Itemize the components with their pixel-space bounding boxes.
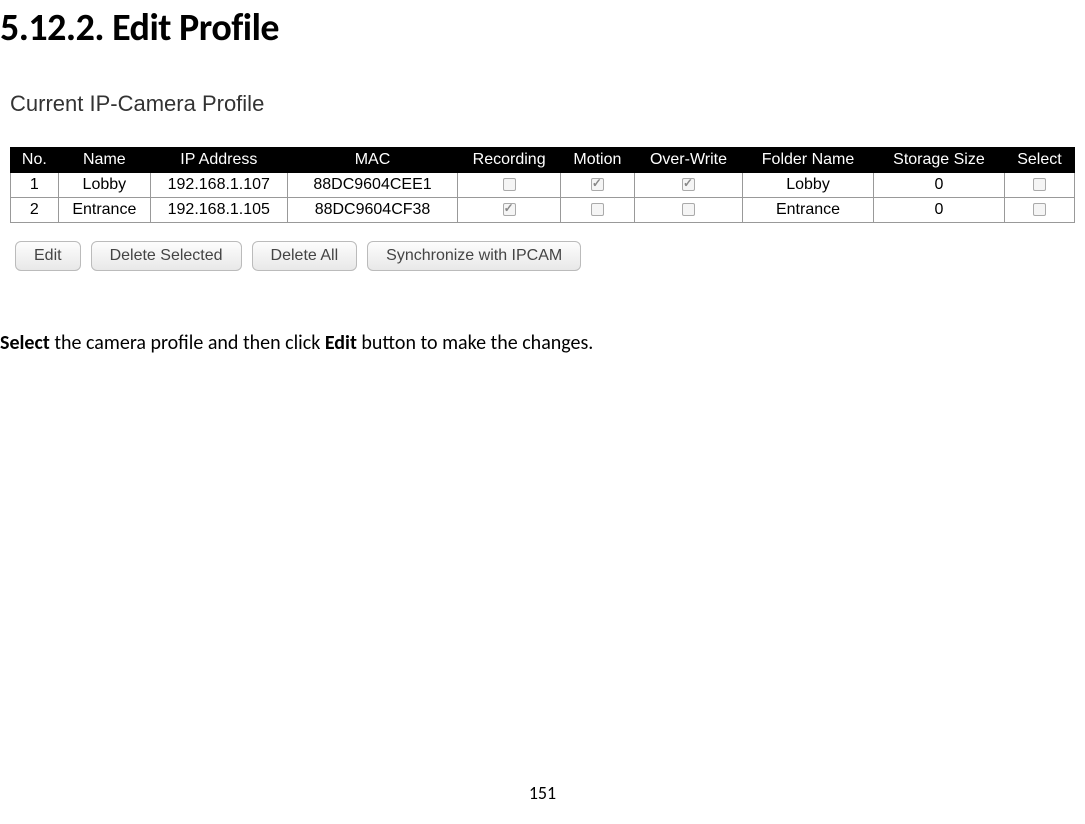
table-row: 2Entrance192.168.1.10588DC9604CF38Entran… — [11, 198, 1075, 223]
profile-section: Current IP-Camera Profile No. Name IP Ad… — [0, 51, 1085, 271]
section-title: Current IP-Camera Profile — [10, 91, 1075, 117]
cell-mac: 88DC9604CF38 — [287, 198, 458, 223]
select-checkbox-cell — [1004, 173, 1074, 198]
motion-checkbox-cell — [560, 173, 634, 198]
recording-checkbox[interactable] — [503, 203, 516, 216]
instruction-bold-edit: Edit — [325, 331, 357, 355]
instruction-bold-select: Select — [0, 331, 50, 355]
header-recording: Recording — [458, 148, 560, 173]
cell-ip: 192.168.1.107 — [150, 173, 287, 198]
cell-storage: 0 — [873, 173, 1004, 198]
cell-mac: 88DC9604CEE1 — [287, 173, 458, 198]
instruction-span-1: the camera profile and then click — [50, 331, 325, 355]
recording-checkbox[interactable] — [503, 178, 516, 191]
overwrite-checkbox[interactable] — [682, 203, 695, 216]
delete-all-button[interactable]: Delete All — [252, 241, 358, 271]
cell-ip: 192.168.1.105 — [150, 198, 287, 223]
select-checkbox-cell — [1004, 198, 1074, 223]
profile-table: No. Name IP Address MAC Recording Motion… — [10, 147, 1075, 223]
instruction-text: Select the camera profile and then click… — [0, 271, 1085, 355]
delete-selected-button[interactable]: Delete Selected — [91, 241, 242, 271]
header-no: No. — [11, 148, 59, 173]
cell-name: Lobby — [58, 173, 150, 198]
header-ip: IP Address — [150, 148, 287, 173]
header-name: Name — [58, 148, 150, 173]
header-select: Select — [1004, 148, 1074, 173]
instruction-span-2: button to make the changes. — [357, 331, 593, 355]
motion-checkbox[interactable] — [591, 203, 604, 216]
cell-folder: Lobby — [743, 173, 874, 198]
motion-checkbox-cell — [560, 198, 634, 223]
header-folder: Folder Name — [743, 148, 874, 173]
button-row: Edit Delete Selected Delete All Synchron… — [10, 241, 1075, 271]
select-checkbox[interactable] — [1033, 203, 1046, 216]
select-checkbox[interactable] — [1033, 178, 1046, 191]
header-storage: Storage Size — [873, 148, 1004, 173]
cell-name: Entrance — [58, 198, 150, 223]
page-heading: 5.12.2. Edit Profile — [0, 0, 1085, 51]
header-overwrite: Over-Write — [634, 148, 742, 173]
cell-no: 2 — [11, 198, 59, 223]
recording-checkbox-cell — [458, 173, 560, 198]
page-number: 151 — [0, 782, 1085, 804]
table-row: 1Lobby192.168.1.10788DC9604CEE1Lobby0 — [11, 173, 1075, 198]
header-mac: MAC — [287, 148, 458, 173]
cell-storage: 0 — [873, 198, 1004, 223]
cell-folder: Entrance — [743, 198, 874, 223]
motion-checkbox[interactable] — [591, 178, 604, 191]
header-motion: Motion — [560, 148, 634, 173]
table-header-row: No. Name IP Address MAC Recording Motion… — [11, 148, 1075, 173]
overwrite-checkbox-cell — [634, 173, 742, 198]
recording-checkbox-cell — [458, 198, 560, 223]
synchronize-button[interactable]: Synchronize with IPCAM — [367, 241, 581, 271]
overwrite-checkbox-cell — [634, 198, 742, 223]
cell-no: 1 — [11, 173, 59, 198]
edit-button[interactable]: Edit — [15, 241, 81, 271]
overwrite-checkbox[interactable] — [682, 178, 695, 191]
